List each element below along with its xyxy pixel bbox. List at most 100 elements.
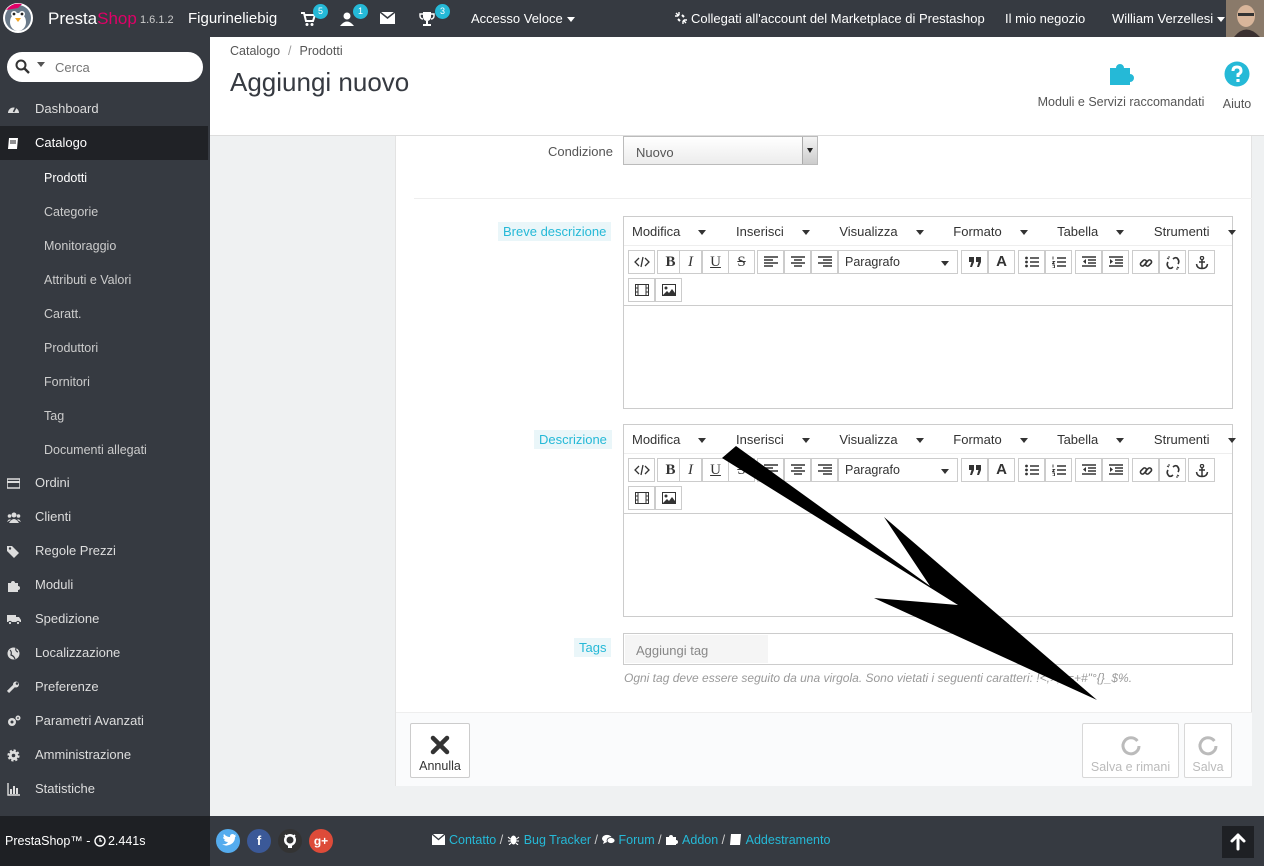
sidebar-subitem-attributes[interactable]: Attributi e Valori <box>0 263 210 297</box>
condition-select[interactable]: Nuovo <box>623 136 818 165</box>
footer-link-contact[interactable]: Contatto <box>449 833 496 847</box>
sidebar-subitem-suppliers[interactable]: Fornitori <box>0 365 210 399</box>
envelope-icon[interactable] <box>380 12 396 28</box>
tags-input[interactable]: Aggiungi tag <box>623 633 1233 665</box>
blockquote-icon[interactable] <box>961 458 988 482</box>
sidebar-item-customers[interactable]: Clienti <box>0 500 210 534</box>
menu-strumenti[interactable]: Strumenti <box>1154 432 1249 447</box>
menu-strumenti[interactable]: Strumenti <box>1154 224 1249 239</box>
breadcrumb-catalog[interactable]: Catalogo <box>230 44 280 58</box>
indent-icon[interactable] <box>1102 250 1129 274</box>
scroll-to-top-button[interactable] <box>1222 826 1254 858</box>
sidebar-subitem-manufacturers[interactable]: Produttori <box>0 331 210 365</box>
blockquote-icon[interactable] <box>961 250 988 274</box>
sidebar-item-statistics[interactable]: Statistiche <box>0 772 210 806</box>
unlink-icon[interactable] <box>1159 458 1186 482</box>
trophy-icon[interactable] <box>419 11 435 27</box>
menu-inserisci[interactable]: Inserisci <box>736 224 823 239</box>
menu-tabella[interactable]: Tabella <box>1057 432 1137 447</box>
italic-icon[interactable]: I <box>679 250 702 274</box>
numbered-list-icon[interactable] <box>1045 250 1072 274</box>
user-menu[interactable]: William Verzellesi <box>1112 11 1226 26</box>
menu-modifica[interactable]: Modifica <box>632 224 719 239</box>
unlink-icon[interactable] <box>1159 250 1186 274</box>
sidebar-item-dashboard[interactable]: Dashboard <box>0 92 210 126</box>
video-icon[interactable] <box>628 486 655 510</box>
menu-formato[interactable]: Formato <box>953 224 1040 239</box>
menu-visualizza[interactable]: Visualizza <box>839 224 936 239</box>
align-left-icon[interactable] <box>757 250 784 274</box>
underline-icon[interactable]: U <box>702 458 729 482</box>
footer-link-forum[interactable]: Forum <box>619 833 655 847</box>
chevron-down-icon[interactable] <box>802 137 817 164</box>
menu-inserisci[interactable]: Inserisci <box>736 432 823 447</box>
my-shop-link[interactable]: Il mio negozio <box>1005 11 1085 26</box>
marketplace-link[interactable]: Collegati all'account del Marketplace di… <box>674 11 985 26</box>
align-center-icon[interactable] <box>784 458 811 482</box>
paragraph-format-select[interactable]: Paragrafo <box>838 250 958 274</box>
anchor-icon[interactable] <box>1188 458 1215 482</box>
source-code-icon[interactable] <box>628 458 655 482</box>
help-button[interactable]: Aiuto <box>1217 59 1257 111</box>
align-right-icon[interactable] <box>811 250 838 274</box>
sidebar-item-price-rules[interactable]: Regole Prezzi <box>0 534 210 568</box>
short-description-editor[interactable]: Modifica Inserisci Visualizza Formato Ta… <box>623 216 1236 409</box>
tags-placeholder[interactable]: Aggiungi tag <box>625 635 768 663</box>
image-icon[interactable] <box>655 486 682 510</box>
video-icon[interactable] <box>628 278 655 302</box>
facebook-icon[interactable]: f <box>247 829 271 853</box>
anchor-icon[interactable] <box>1188 250 1215 274</box>
twitter-icon[interactable] <box>216 829 240 853</box>
strikethrough-icon[interactable]: S <box>728 250 755 274</box>
bullet-list-icon[interactable] <box>1018 458 1045 482</box>
align-right-icon[interactable] <box>811 458 838 482</box>
save-button[interactable]: Salva <box>1184 723 1232 778</box>
paragraph-format-select[interactable]: Paragrafo <box>838 458 958 482</box>
source-code-icon[interactable] <box>628 250 655 274</box>
save-and-stay-button[interactable]: Salva e rimani <box>1082 723 1179 778</box>
prestashop-logo[interactable] <box>0 0 36 37</box>
recommended-modules-button[interactable]: Moduli e Servizi raccomandati <box>1036 59 1206 109</box>
sidebar-item-catalog[interactable]: Catalogo <box>0 126 208 160</box>
footer-link-bug-tracker[interactable]: Bug Tracker <box>524 833 591 847</box>
align-center-icon[interactable] <box>784 250 811 274</box>
github-icon[interactable] <box>278 829 302 853</box>
menu-visualizza[interactable]: Visualizza <box>839 432 936 447</box>
search-input[interactable] <box>55 58 195 76</box>
sidebar-item-shipping[interactable]: Spedizione <box>0 602 210 636</box>
description-editor[interactable]: Modifica Inserisci Visualizza Formato Ta… <box>623 424 1236 617</box>
outdent-icon[interactable] <box>1075 250 1102 274</box>
link-icon[interactable] <box>1132 250 1159 274</box>
chevron-down-icon[interactable] <box>37 62 45 67</box>
underline-icon[interactable]: U <box>702 250 729 274</box>
sidebar-item-localization[interactable]: Localizzazione <box>0 636 210 670</box>
search-icon[interactable] <box>15 59 30 74</box>
footer-link-addons[interactable]: Addon <box>682 833 718 847</box>
avatar[interactable] <box>1226 0 1264 37</box>
numbered-list-icon[interactable] <box>1045 458 1072 482</box>
cancel-button[interactable]: Annulla <box>410 723 470 778</box>
sidebar-subitem-tags[interactable]: Tag <box>0 399 210 433</box>
indent-icon[interactable] <box>1102 458 1129 482</box>
quick-access-dropdown[interactable]: Accesso Veloce <box>471 11 575 26</box>
menu-modifica[interactable]: Modifica <box>632 432 719 447</box>
google-plus-icon[interactable]: g+ <box>309 829 333 853</box>
image-icon[interactable] <box>655 278 682 302</box>
sidebar-subitem-products[interactable]: Prodotti <box>0 161 210 195</box>
sidebar-subitem-monitoring[interactable]: Monitoraggio <box>0 229 210 263</box>
menu-tabella[interactable]: Tabella <box>1057 224 1137 239</box>
breadcrumb-products[interactable]: Prodotti <box>300 44 343 58</box>
outdent-icon[interactable] <box>1075 458 1102 482</box>
link-icon[interactable] <box>1132 458 1159 482</box>
strikethrough-icon[interactable]: S <box>728 458 755 482</box>
footer-link-training[interactable]: Addestramento <box>746 833 831 847</box>
sidebar-item-advanced-params[interactable]: Parametri Avanzati <box>0 704 210 738</box>
sidebar-item-orders[interactable]: Ordini <box>0 466 210 500</box>
sidebar-subitem-attachments[interactable]: Documenti allegati <box>0 433 210 467</box>
short-description-textarea[interactable] <box>624 305 1232 408</box>
sidebar-item-administration[interactable]: Amministrazione <box>0 738 210 772</box>
bullet-list-icon[interactable] <box>1018 250 1045 274</box>
italic-icon[interactable]: I <box>679 458 702 482</box>
sidebar-search[interactable] <box>7 52 203 82</box>
text-color-icon[interactable]: A <box>988 458 1015 482</box>
